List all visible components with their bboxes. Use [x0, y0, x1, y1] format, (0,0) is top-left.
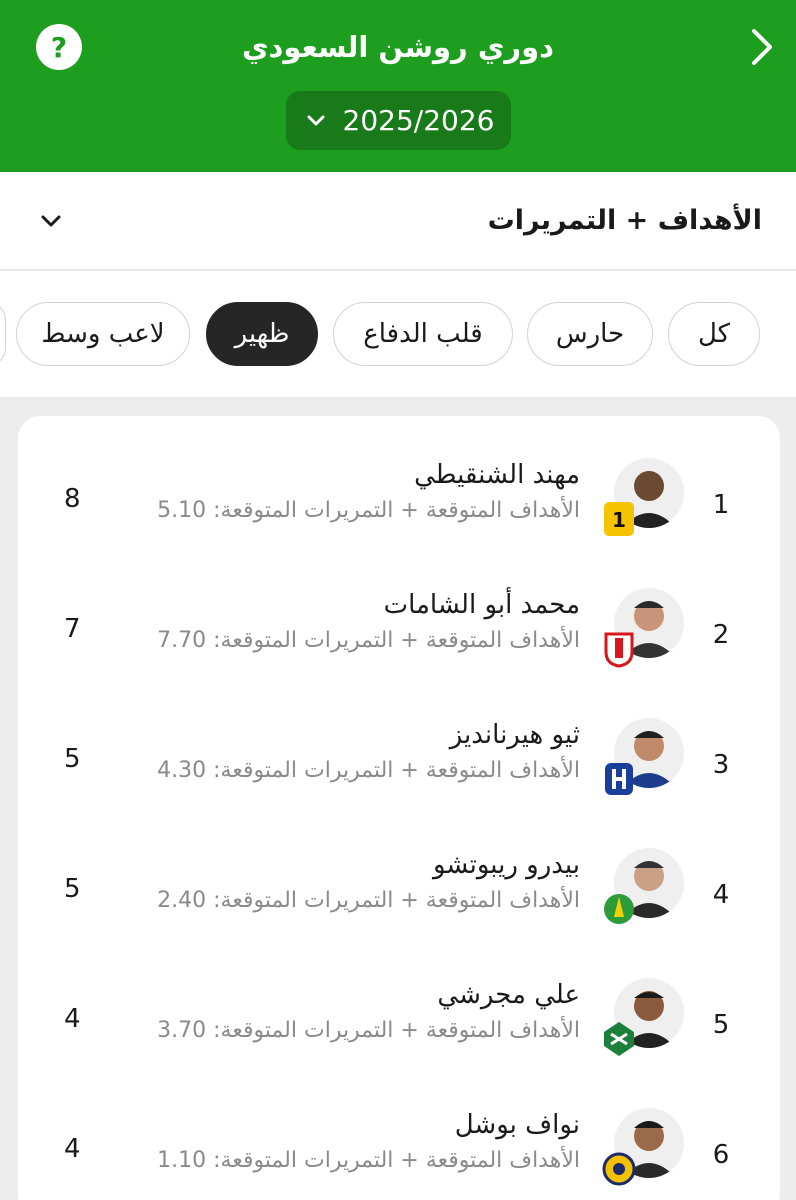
list-item[interactable]: 1 1 مهند الشنقيطي الأهداف المتوقعة + الت…: [18, 458, 780, 588]
player-rank: 4: [712, 880, 730, 910]
list-item[interactable]: 6 نواف بوشل الأهداف المتوقعة + التمريرات…: [18, 1108, 780, 1200]
chevron-down-icon: [36, 206, 66, 236]
chevron-right-icon[interactable]: [742, 24, 782, 70]
filter-chip-fullback[interactable]: ظهير: [206, 302, 318, 366]
metric-value: 3.70: [157, 1018, 207, 1043]
club-badge-icon: [602, 1020, 636, 1058]
metric-label: الأهداف المتوقعة + التمريرات المتوقعة:: [213, 1018, 580, 1043]
player-metric: الأهداف المتوقعة + التمريرات المتوقعة: 5…: [157, 498, 580, 523]
svg-text:1: 1: [612, 508, 626, 532]
header-bar: ? دوري روشن السعودي 2025/2026: [0, 0, 796, 172]
player-rank: 5: [712, 1010, 730, 1040]
metric-value: 7.70: [157, 628, 207, 653]
list-item[interactable]: 3 ثيو هيرنانديز الأهداف المتوقعة + التمر…: [18, 718, 780, 848]
player-points: 5: [64, 874, 81, 904]
filter-chip-midfielder[interactable]: لاعب وسط: [16, 302, 190, 366]
season-label: 2025/2026: [342, 104, 495, 137]
player-name: ثيو هيرنانديز: [449, 720, 580, 750]
club-badge-icon: 1: [602, 500, 636, 538]
player-metric: الأهداف المتوقعة + التمريرات المتوقعة: 7…: [157, 628, 580, 653]
player-name: نواف بوشل: [454, 1110, 580, 1140]
metric-value: 4.30: [157, 758, 207, 783]
season-selector[interactable]: 2025/2026: [286, 91, 511, 150]
metric-label: الأهداف المتوقعة + التمريرات المتوقعة:: [213, 758, 580, 783]
metric-label: الأهداف المتوقعة + التمريرات المتوقعة:: [213, 628, 580, 653]
question-icon[interactable]: ?: [36, 24, 82, 70]
chevron-down-icon: [303, 108, 329, 134]
position-filters: كل حارس قلب الدفاع ظهير لاعب وسط: [0, 271, 796, 397]
player-name: مهند الشنقيطي: [414, 460, 580, 490]
player-metric: الأهداف المتوقعة + التمريرات المتوقعة: 3…: [157, 1018, 580, 1043]
player-rank: 2: [712, 620, 730, 650]
club-badge-icon: [602, 890, 636, 928]
player-points: 7: [64, 614, 81, 644]
player-points: 4: [64, 1134, 81, 1164]
club-badge-icon: [602, 1150, 636, 1188]
filter-chip-overflow[interactable]: [0, 302, 6, 366]
player-points: 8: [64, 484, 81, 514]
player-metric: الأهداف المتوقعة + التمريرات المتوقعة: 2…: [157, 888, 580, 913]
filter-chip-all[interactable]: كل: [668, 302, 760, 366]
club-badge-icon: [602, 630, 636, 668]
player-metric: الأهداف المتوقعة + التمريرات المتوقعة: 4…: [157, 758, 580, 783]
metric-label: الأهداف المتوقعة + التمريرات المتوقعة:: [213, 1148, 580, 1173]
list-item[interactable]: 4 بيدرو ريبوتشو الأهداف المتوقعة + التمر…: [18, 848, 780, 978]
metric-label: الأهداف المتوقعة + التمريرات المتوقعة:: [213, 888, 580, 913]
metric-value: 5.10: [157, 498, 207, 523]
player-name: محمد أبو الشامات: [383, 590, 580, 620]
players-list: 1 1 مهند الشنقيطي الأهداف المتوقعة + الت…: [18, 416, 780, 1200]
list-item[interactable]: 5 علي مجرشي الأهداف المتوقعة + التمريرات…: [18, 978, 780, 1108]
filter-chip-goalkeeper[interactable]: حارس: [527, 302, 653, 366]
metric-label: الأهداف المتوقعة + التمريرات المتوقعة:: [213, 498, 580, 523]
page-title: دوري روشن السعودي: [241, 30, 555, 64]
list-item[interactable]: 2 محمد أبو الشامات الأهداف المتوقعة + ال…: [18, 588, 780, 718]
player-points: 4: [64, 1004, 81, 1034]
player-points: 5: [64, 744, 81, 774]
filter-chip-center-back[interactable]: قلب الدفاع: [333, 302, 513, 366]
stat-dropdown[interactable]: الأهداف + التمريرات: [0, 172, 796, 270]
player-name: علي مجرشي: [437, 980, 580, 1010]
player-rank: 1: [712, 490, 730, 520]
club-badge-icon: [602, 760, 636, 798]
player-rank: 3: [712, 750, 730, 780]
player-rank: 6: [712, 1140, 730, 1170]
player-metric: الأهداف المتوقعة + التمريرات المتوقعة: 1…: [157, 1148, 580, 1173]
stat-dropdown-label: الأهداف + التمريرات: [487, 205, 762, 236]
metric-value: 2.40: [157, 888, 207, 913]
player-name: بيدرو ريبوتشو: [432, 850, 580, 880]
metric-value: 1.10: [157, 1148, 207, 1173]
